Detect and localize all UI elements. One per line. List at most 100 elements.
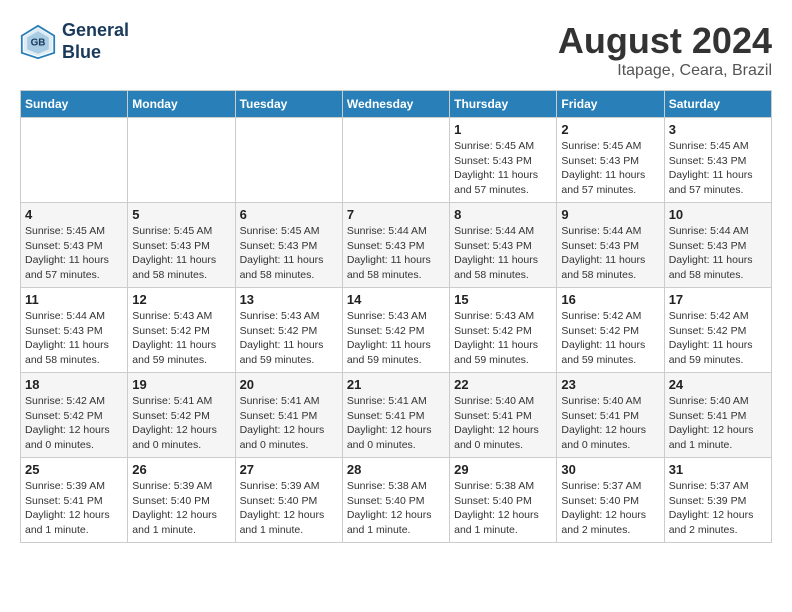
day-info: Sunrise: 5:43 AM Sunset: 5:42 PM Dayligh… bbox=[347, 309, 445, 368]
weekday-header-thursday: Thursday bbox=[450, 91, 557, 118]
day-number: 24 bbox=[669, 377, 767, 392]
day-number: 7 bbox=[347, 207, 445, 222]
day-number: 28 bbox=[347, 462, 445, 477]
calendar-cell: 25 Sunrise: 5:39 AM Sunset: 5:41 PM Dayli… bbox=[21, 458, 128, 543]
day-info: Sunrise: 5:37 AM Sunset: 5:39 PM Dayligh… bbox=[669, 479, 767, 538]
day-number: 11 bbox=[25, 292, 123, 307]
day-number: 15 bbox=[454, 292, 552, 307]
calendar-cell: 29 Sunrise: 5:38 AM Sunset: 5:40 PM Dayli… bbox=[450, 458, 557, 543]
day-number: 23 bbox=[561, 377, 659, 392]
day-number: 10 bbox=[669, 207, 767, 222]
title-block: August 2024 Itapage, Ceara, Brazil bbox=[558, 20, 772, 80]
day-info: Sunrise: 5:39 AM Sunset: 5:41 PM Dayligh… bbox=[25, 479, 123, 538]
day-number: 5 bbox=[132, 207, 230, 222]
day-info: Sunrise: 5:44 AM Sunset: 5:43 PM Dayligh… bbox=[347, 224, 445, 283]
day-number: 16 bbox=[561, 292, 659, 307]
calendar-cell: 1 Sunrise: 5:45 AM Sunset: 5:43 PM Daylig… bbox=[450, 118, 557, 203]
day-number: 6 bbox=[240, 207, 338, 222]
calendar-cell: 9Sunrise: 5:44 AM Sunset: 5:43 PM Daylig… bbox=[557, 203, 664, 288]
calendar-cell: 13 Sunrise: 5:43 AM Sunset: 5:42 PM Dayli… bbox=[235, 288, 342, 373]
day-info: Sunrise: 5:39 AM Sunset: 5:40 PM Dayligh… bbox=[240, 479, 338, 538]
day-info: Sunrise: 5:41 AM Sunset: 5:42 PM Dayligh… bbox=[132, 394, 230, 453]
calendar-table: SundayMondayTuesdayWednesdayThursdayFrid… bbox=[20, 90, 772, 543]
calendar-cell: 11 Sunrise: 5:44 AM Sunset: 5:43 PM Dayli… bbox=[21, 288, 128, 373]
svg-text:GB: GB bbox=[31, 37, 46, 48]
weekday-header-wednesday: Wednesday bbox=[342, 91, 449, 118]
week-row-2: 4 Sunrise: 5:45 AM Sunset: 5:43 PM Daylig… bbox=[21, 203, 772, 288]
weekday-header-tuesday: Tuesday bbox=[235, 91, 342, 118]
calendar-cell: 26Sunrise: 5:39 AM Sunset: 5:40 PM Dayli… bbox=[128, 458, 235, 543]
day-number: 20 bbox=[240, 377, 338, 392]
calendar-cell: 7 Sunrise: 5:44 AM Sunset: 5:43 PM Daylig… bbox=[342, 203, 449, 288]
day-number: 22 bbox=[454, 377, 552, 392]
day-info: Sunrise: 5:43 AM Sunset: 5:42 PM Dayligh… bbox=[240, 309, 338, 368]
day-number: 29 bbox=[454, 462, 552, 477]
logo-text: General Blue bbox=[62, 20, 129, 63]
calendar-cell: 23 Sunrise: 5:40 AM Sunset: 5:41 PM Dayli… bbox=[557, 373, 664, 458]
calendar-cell bbox=[128, 118, 235, 203]
day-number: 4 bbox=[25, 207, 123, 222]
weekday-header-sunday: Sunday bbox=[21, 91, 128, 118]
day-number: 27 bbox=[240, 462, 338, 477]
calendar-cell: 27 Sunrise: 5:39 AM Sunset: 5:40 PM Dayli… bbox=[235, 458, 342, 543]
logo: GB General Blue bbox=[20, 20, 129, 63]
calendar-cell: 30Sunrise: 5:37 AM Sunset: 5:40 PM Dayli… bbox=[557, 458, 664, 543]
calendar-cell: 22 Sunrise: 5:40 AM Sunset: 5:41 PM Dayli… bbox=[450, 373, 557, 458]
calendar-cell: 10 Sunrise: 5:44 AM Sunset: 5:43 PM Dayli… bbox=[664, 203, 771, 288]
day-number: 30 bbox=[561, 462, 659, 477]
calendar-cell: 18 Sunrise: 5:42 AM Sunset: 5:42 PM Dayli… bbox=[21, 373, 128, 458]
day-info: Sunrise: 5:42 AM Sunset: 5:42 PM Dayligh… bbox=[25, 394, 123, 453]
calendar-cell: 20 Sunrise: 5:41 AM Sunset: 5:41 PM Dayli… bbox=[235, 373, 342, 458]
week-row-5: 25 Sunrise: 5:39 AM Sunset: 5:41 PM Dayli… bbox=[21, 458, 772, 543]
day-info: Sunrise: 5:40 AM Sunset: 5:41 PM Dayligh… bbox=[561, 394, 659, 453]
calendar-cell: 28 Sunrise: 5:38 AM Sunset: 5:40 PM Dayli… bbox=[342, 458, 449, 543]
location: Itapage, Ceara, Brazil bbox=[558, 62, 772, 80]
day-number: 8 bbox=[454, 207, 552, 222]
calendar-cell: 19Sunrise: 5:41 AM Sunset: 5:42 PM Dayli… bbox=[128, 373, 235, 458]
day-number: 17 bbox=[669, 292, 767, 307]
weekday-header-friday: Friday bbox=[557, 91, 664, 118]
day-number: 1 bbox=[454, 122, 552, 137]
day-info: Sunrise: 5:42 AM Sunset: 5:42 PM Dayligh… bbox=[561, 309, 659, 368]
day-info: Sunrise: 5:45 AM Sunset: 5:43 PM Dayligh… bbox=[561, 139, 659, 198]
month-title: August 2024 bbox=[558, 20, 772, 62]
calendar-cell: 8Sunrise: 5:44 AM Sunset: 5:43 PM Daylig… bbox=[450, 203, 557, 288]
calendar-cell bbox=[235, 118, 342, 203]
logo-icon: GB bbox=[20, 24, 56, 60]
day-info: Sunrise: 5:45 AM Sunset: 5:43 PM Dayligh… bbox=[454, 139, 552, 198]
calendar-cell: 4 Sunrise: 5:45 AM Sunset: 5:43 PM Daylig… bbox=[21, 203, 128, 288]
calendar-cell bbox=[21, 118, 128, 203]
day-number: 2 bbox=[561, 122, 659, 137]
calendar-cell: 14 Sunrise: 5:43 AM Sunset: 5:42 PM Dayli… bbox=[342, 288, 449, 373]
day-info: Sunrise: 5:41 AM Sunset: 5:41 PM Dayligh… bbox=[240, 394, 338, 453]
weekday-header-row: SundayMondayTuesdayWednesdayThursdayFrid… bbox=[21, 91, 772, 118]
day-info: Sunrise: 5:44 AM Sunset: 5:43 PM Dayligh… bbox=[669, 224, 767, 283]
day-info: Sunrise: 5:43 AM Sunset: 5:42 PM Dayligh… bbox=[132, 309, 230, 368]
calendar-cell: 31 Sunrise: 5:37 AM Sunset: 5:39 PM Dayli… bbox=[664, 458, 771, 543]
day-number: 18 bbox=[25, 377, 123, 392]
day-number: 25 bbox=[25, 462, 123, 477]
week-row-4: 18 Sunrise: 5:42 AM Sunset: 5:42 PM Dayli… bbox=[21, 373, 772, 458]
day-number: 14 bbox=[347, 292, 445, 307]
calendar-cell: 5Sunrise: 5:45 AM Sunset: 5:43 PM Daylig… bbox=[128, 203, 235, 288]
page-header: GB General Blue August 2024 Itapage, Cea… bbox=[20, 20, 772, 80]
day-info: Sunrise: 5:40 AM Sunset: 5:41 PM Dayligh… bbox=[669, 394, 767, 453]
day-info: Sunrise: 5:43 AM Sunset: 5:42 PM Dayligh… bbox=[454, 309, 552, 368]
day-number: 13 bbox=[240, 292, 338, 307]
day-info: Sunrise: 5:44 AM Sunset: 5:43 PM Dayligh… bbox=[25, 309, 123, 368]
day-number: 31 bbox=[669, 462, 767, 477]
day-info: Sunrise: 5:39 AM Sunset: 5:40 PM Dayligh… bbox=[132, 479, 230, 538]
day-info: Sunrise: 5:41 AM Sunset: 5:41 PM Dayligh… bbox=[347, 394, 445, 453]
weekday-header-saturday: Saturday bbox=[664, 91, 771, 118]
day-info: Sunrise: 5:45 AM Sunset: 5:43 PM Dayligh… bbox=[25, 224, 123, 283]
calendar-cell bbox=[342, 118, 449, 203]
day-info: Sunrise: 5:45 AM Sunset: 5:43 PM Dayligh… bbox=[240, 224, 338, 283]
calendar-cell: 21 Sunrise: 5:41 AM Sunset: 5:41 PM Dayli… bbox=[342, 373, 449, 458]
day-number: 21 bbox=[347, 377, 445, 392]
day-info: Sunrise: 5:38 AM Sunset: 5:40 PM Dayligh… bbox=[347, 479, 445, 538]
weekday-header-monday: Monday bbox=[128, 91, 235, 118]
calendar-cell: 3Sunrise: 5:45 AM Sunset: 5:43 PM Daylig… bbox=[664, 118, 771, 203]
day-number: 9 bbox=[561, 207, 659, 222]
day-info: Sunrise: 5:38 AM Sunset: 5:40 PM Dayligh… bbox=[454, 479, 552, 538]
day-info: Sunrise: 5:40 AM Sunset: 5:41 PM Dayligh… bbox=[454, 394, 552, 453]
